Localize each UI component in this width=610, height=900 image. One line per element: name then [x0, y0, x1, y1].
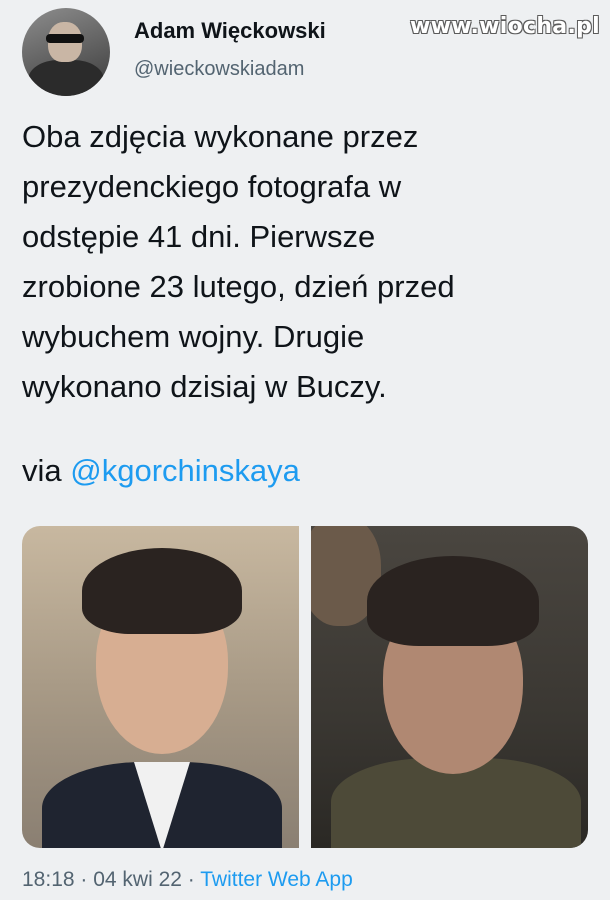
author-display-name[interactable]: Adam Więckowski: [134, 18, 326, 44]
photo-before[interactable]: [22, 526, 299, 848]
media-grid: [22, 526, 588, 848]
photo-after[interactable]: [311, 526, 588, 848]
tweet-line: odstępie 41 dni. Pierwsze: [22, 219, 376, 254]
tweet-text: Oba zdjęcia wykonane przez prezydenckieg…: [22, 112, 582, 412]
tweet-metadata: 18:18 · 04 kwi 22 · Twitter Web App: [22, 868, 353, 892]
tweet-header: Adam Więckowski @wieckowskiadam: [22, 8, 326, 96]
tweet-line: prezydenckiego fotografa w: [22, 169, 402, 204]
separator: ·: [181, 868, 201, 891]
tweet-source[interactable]: Twitter Web App: [200, 868, 353, 891]
tweet-line: Oba zdjęcia wykonane przez: [22, 119, 419, 154]
site-watermark: www.wiocha.pl: [410, 14, 600, 39]
author-info: Adam Więckowski @wieckowskiadam: [134, 18, 326, 81]
tweet-line: wybuchem wojny. Drugie: [22, 319, 365, 354]
tweet-time[interactable]: 18:18: [22, 868, 75, 891]
tweet-line: zrobione 23 lutego, dzień przed: [22, 269, 455, 304]
avatar[interactable]: [22, 8, 110, 96]
author-handle[interactable]: @wieckowskiadam: [134, 58, 326, 81]
via-line: via @kgorchinskaya: [22, 446, 300, 496]
tweet-date[interactable]: 04 kwi 22: [93, 868, 182, 891]
via-prefix: via: [22, 453, 71, 488]
mention-link[interactable]: @kgorchinskaya: [70, 453, 300, 488]
tweet-line: wykonano dzisiaj w Buczy.: [22, 369, 387, 404]
separator: ·: [74, 868, 94, 891]
